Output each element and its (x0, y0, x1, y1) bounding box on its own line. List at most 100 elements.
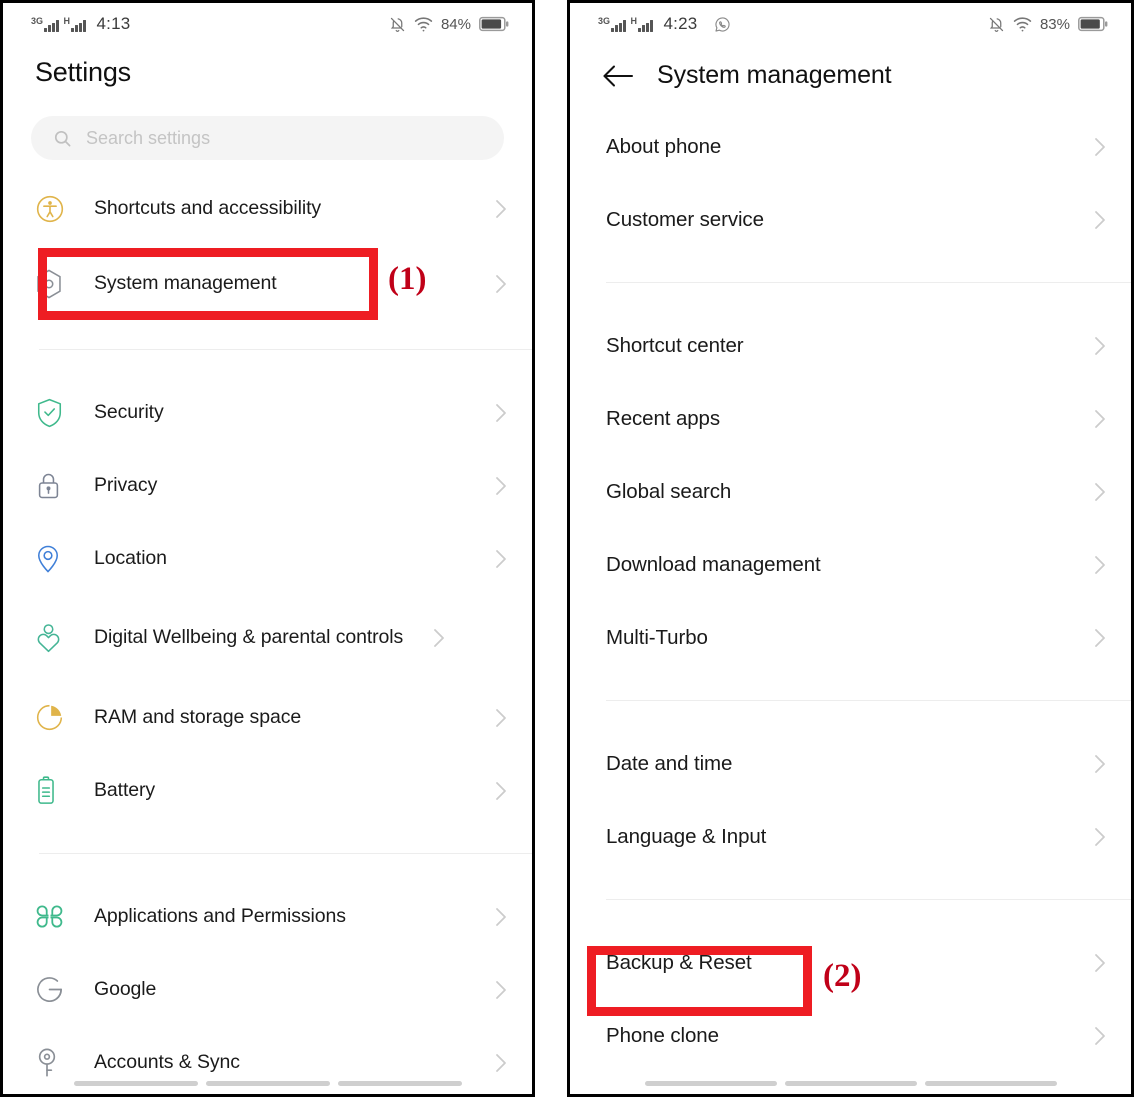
hex-nut-icon (35, 269, 75, 299)
right-phone-screen: 3G H 4:23 83% System management About ph… (567, 0, 1134, 1097)
chevron-right-icon (1085, 335, 1107, 357)
status-bar-clock: 4:23 (663, 14, 698, 33)
system-navigation-bar (570, 1081, 1131, 1086)
list-item-label: Location (94, 546, 167, 569)
pie-chart-icon (35, 703, 75, 732)
chevron-right-icon (486, 979, 508, 1001)
list-item-label: Security (94, 400, 164, 423)
list-item-google[interactable]: Google (3, 953, 532, 1026)
list-item-ram-and-storage-space[interactable]: RAM and storage space (3, 681, 532, 754)
key-icon (35, 1047, 75, 1078)
chevron-right-icon (1085, 481, 1107, 503)
status-bar-left-group: 3G H 4:13 (31, 14, 130, 34)
wellbeing-heart-icon (35, 623, 75, 654)
list-item-global-search[interactable]: Global search (570, 455, 1131, 528)
signal-bars-icon (44, 19, 59, 32)
status-bar-right-group: 83% (988, 16, 1109, 33)
annotation-number-2: (2) (823, 958, 862, 994)
chevron-right-icon (486, 1052, 508, 1074)
list-item-customer-service[interactable]: Customer service (570, 183, 1131, 256)
network-type-label-1: 3G (598, 15, 611, 26)
chevron-right-icon (424, 627, 446, 649)
network-type-label-2: H (630, 15, 638, 26)
list-item-phone-clone[interactable]: Phone clone (570, 999, 1131, 1072)
status-bar-left-group: 3G H 4:23 (598, 14, 731, 34)
list-item-language-and-input[interactable]: Language & Input (570, 800, 1131, 873)
chevron-right-icon (1085, 209, 1107, 231)
chevron-right-icon (1085, 554, 1107, 576)
location-pin-icon (35, 544, 75, 574)
list-item-label: Customer service (606, 207, 764, 231)
chevron-right-icon (1085, 952, 1107, 974)
list-item-label: Download management (606, 552, 821, 576)
list-item-download-management[interactable]: Download management (570, 528, 1131, 601)
chevron-right-icon (486, 198, 508, 220)
bell-muted-icon (988, 16, 1005, 33)
list-item-security[interactable]: Security (3, 376, 532, 449)
page-title: Settings (35, 57, 131, 87)
nav-pill[interactable] (73, 1081, 198, 1086)
list-item-shortcuts-and-accessibility[interactable]: Shortcuts and accessibility (3, 172, 532, 245)
battery-list-icon (35, 775, 75, 806)
signal-bars-icon (638, 19, 653, 32)
list-item-label: Date and time (606, 751, 733, 775)
list-item-label: Language & Input (606, 824, 767, 848)
list-item-label: About phone (606, 134, 722, 158)
nav-pill[interactable] (784, 1081, 917, 1086)
list-item-privacy[interactable]: Privacy (3, 449, 532, 522)
system-navigation-bar (3, 1081, 532, 1086)
list-item-label: Accounts & Sync (94, 1050, 240, 1073)
chevron-right-icon (486, 475, 508, 497)
list-item-location[interactable]: Location (3, 522, 532, 595)
search-wrapper: Search settings (3, 88, 532, 160)
list-item-system-management[interactable]: System management (3, 245, 532, 323)
nav-pill[interactable] (644, 1081, 777, 1086)
shield-check-icon (35, 398, 75, 428)
list-item-label: Digital Wellbeing & parental controls (94, 626, 404, 649)
list-item-date-and-time[interactable]: Date and time (570, 727, 1131, 800)
chevron-right-icon (486, 707, 508, 729)
list-item-label: Global search (606, 479, 732, 503)
whatsapp-icon (714, 16, 731, 33)
search-input[interactable]: Search settings (31, 116, 504, 160)
battery-percent-label: 83% (1039, 15, 1070, 33)
sim1-signal: 3G (598, 15, 626, 32)
annotation-number-1: (1) (388, 261, 427, 297)
chevron-right-icon (1085, 627, 1107, 649)
list-item-recent-apps[interactable]: Recent apps (570, 382, 1131, 455)
chevron-right-icon (1085, 136, 1107, 158)
list-item-accounts-and-sync[interactable]: Accounts & Sync (3, 1026, 532, 1094)
nav-pill[interactable] (205, 1081, 330, 1086)
arrow-left-icon[interactable] (602, 63, 635, 89)
list-item-label: Battery (94, 778, 156, 801)
accessibility-icon (35, 194, 75, 224)
nav-pill[interactable] (337, 1081, 462, 1086)
left-status-bar: 3G H 4:13 84% (3, 3, 532, 45)
chevron-right-icon (486, 273, 508, 295)
bell-muted-icon (389, 16, 406, 33)
nav-pill[interactable] (924, 1081, 1057, 1086)
search-placeholder: Search settings (86, 127, 211, 148)
chevron-right-icon (486, 402, 508, 424)
list-item-shortcut-center[interactable]: Shortcut center (570, 309, 1131, 382)
battery-icon (1078, 16, 1109, 32)
chevron-right-icon (486, 780, 508, 802)
list-item-applications-and-permissions[interactable]: Applications and Permissions (3, 880, 532, 953)
list-item-label: Shortcut center (606, 333, 744, 357)
list-item-about-phone[interactable]: About phone (570, 110, 1131, 183)
chevron-right-icon (1085, 826, 1107, 848)
list-item-multi-turbo[interactable]: Multi-Turbo (570, 601, 1131, 674)
apps-grid-icon (35, 902, 75, 931)
network-type-label-2: H (63, 15, 71, 26)
sim2-signal: H (630, 15, 653, 32)
list-item-label: RAM and storage space (94, 705, 302, 728)
chevron-right-icon (1085, 408, 1107, 430)
list-item-label: Phone clone (606, 1023, 719, 1047)
dual-screenshot-container: 3G H 4:13 84% Settings Search settings S… (0, 0, 1134, 1097)
list-item-digital-wellbeing[interactable]: Digital Wellbeing & parental controls (3, 595, 532, 681)
list-item-label: Multi-Turbo (606, 625, 708, 649)
list-item-battery[interactable]: Battery (3, 754, 532, 827)
signal-bars-icon (71, 19, 86, 32)
settings-list: Shortcuts and accessibility System manag… (3, 172, 532, 1094)
app-bar: System management (570, 45, 1131, 90)
